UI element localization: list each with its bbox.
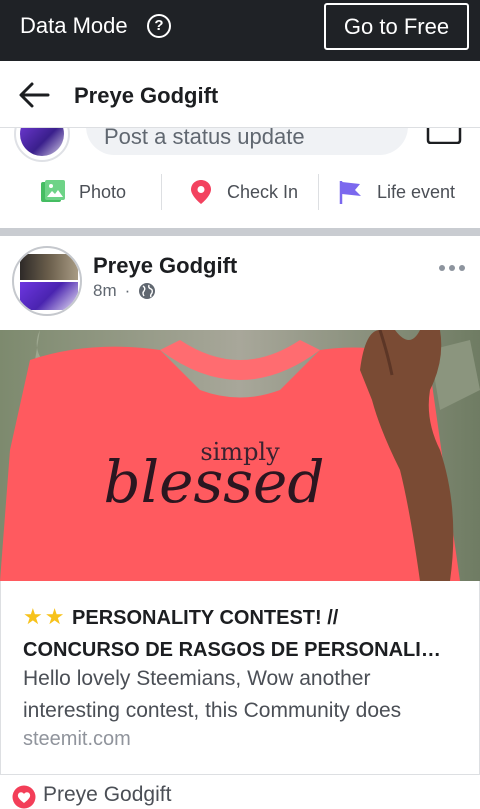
link-preview-card[interactable]: ★★ PERSONALITY CONTEST! // CONCURSO DE R…	[0, 581, 480, 775]
status-input[interactable]: Post a status update	[86, 128, 408, 155]
star-icon: ★	[23, 604, 43, 629]
shirt-text-large: blessed	[104, 448, 325, 516]
data-mode-bar: Data Mode ? Go to Free	[0, 0, 480, 61]
post-meta: 8m ·	[93, 281, 156, 301]
star-icon: ★	[44, 604, 65, 629]
composer-actions: Photo Check In Life event	[0, 172, 480, 212]
link-title-line1: PERSONALITY CONTEST! //	[72, 607, 339, 629]
photo-button[interactable]: Photo	[40, 172, 126, 212]
post-author-name[interactable]: Preye Godgift	[93, 253, 237, 279]
status-composer: Post a status update Photo Check In Life…	[0, 128, 480, 228]
photo-icon	[41, 180, 65, 202]
link-domain: steemit.com	[23, 728, 131, 750]
data-mode-title: Data Mode	[20, 13, 128, 38]
meta-separator: ·	[124, 281, 131, 300]
back-arrow-icon[interactable]	[18, 81, 50, 109]
link-desc-line1: Hello lovely Steemians, Wow another	[23, 667, 371, 690]
link-title[interactable]: ★★ PERSONALITY CONTEST! // CONCURSO DE R…	[23, 601, 473, 666]
question-circle-icon[interactable]: ?	[147, 14, 171, 38]
reactions-bar[interactable]: Preye Godgift	[0, 776, 480, 809]
life-event-button[interactable]: Life event	[338, 172, 455, 212]
go-to-free-button[interactable]: Go to Free	[324, 3, 469, 50]
link-desc-line2: interesting contest, this Community does	[23, 699, 402, 722]
post-time[interactable]: 8m	[93, 281, 117, 301]
link-title-line2: CONCURSO DE RASGOS DE PERSONALIDAD	[23, 639, 448, 661]
location-pin-icon	[191, 180, 211, 204]
divider	[318, 174, 319, 210]
flag-icon	[339, 181, 361, 204]
divider	[161, 174, 162, 210]
globe-icon	[139, 283, 156, 299]
section-separator	[0, 228, 480, 236]
page-title: Preye Godgift	[74, 83, 219, 108]
check-in-button[interactable]: Check In	[188, 172, 298, 212]
post-author-avatar[interactable]	[12, 246, 82, 316]
heart-reaction-icon	[12, 785, 36, 809]
camera-icon[interactable]	[426, 128, 462, 144]
photo-label: Photo	[79, 181, 127, 202]
check-in-label: Check In	[227, 181, 299, 202]
post-header: Preye Godgift 8m ·	[0, 236, 480, 330]
more-dots-icon[interactable]	[438, 264, 466, 272]
reaction-names[interactable]: Preye Godgift	[43, 783, 171, 807]
avatar[interactable]	[14, 128, 70, 162]
post-image[interactable]: simply blessed	[0, 330, 480, 581]
link-description: Hello lovely Steemians, Wow another inte…	[23, 663, 463, 727]
life-event-label: Life event	[377, 181, 456, 202]
profile-header: Preye Godgift	[0, 61, 480, 128]
shirt-photo: simply blessed	[0, 330, 480, 581]
